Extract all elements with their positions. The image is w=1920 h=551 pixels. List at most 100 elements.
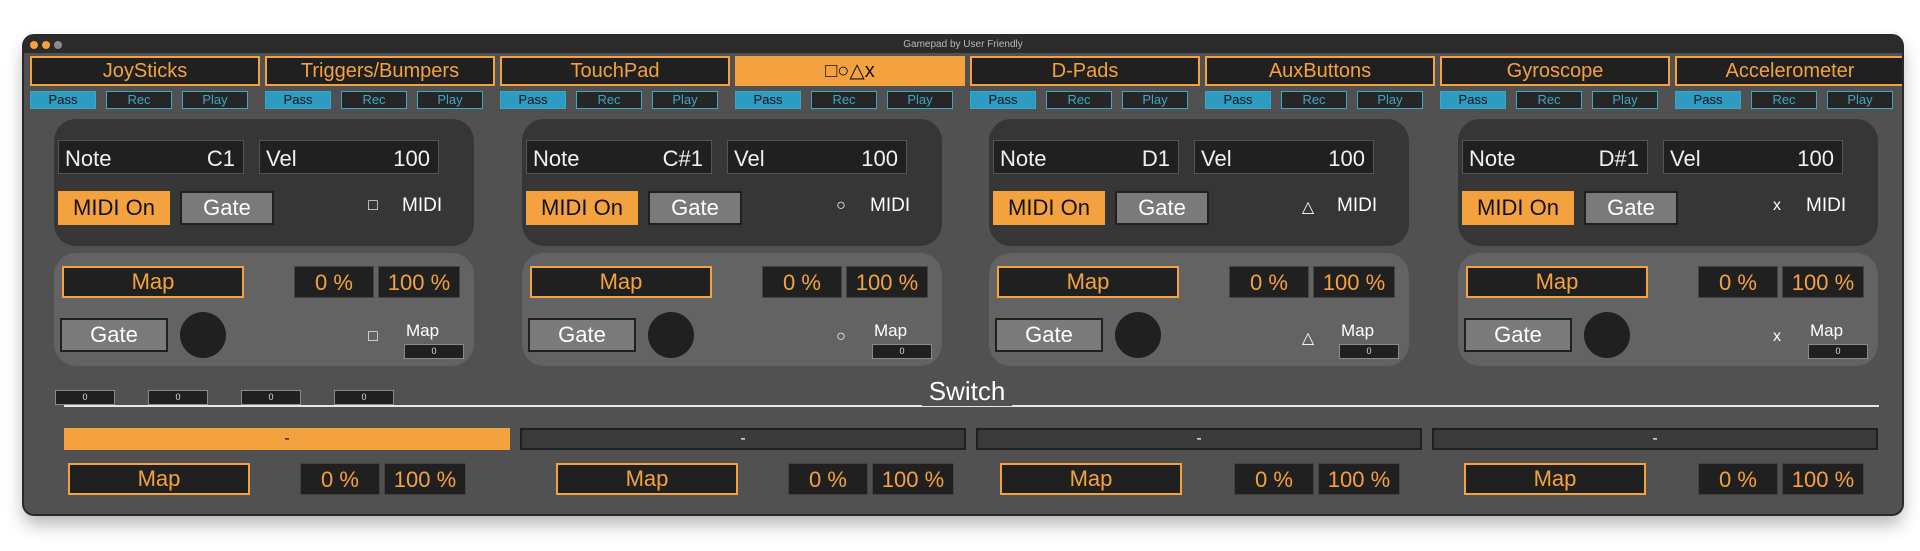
play-button-1[interactable]: Play <box>182 91 248 109</box>
switch-selector-2[interactable]: - <box>520 428 966 450</box>
play-button-3[interactable]: Play <box>652 91 718 109</box>
max-percent-2[interactable]: 100 % <box>846 266 928 298</box>
pass-button-7[interactable]: Pass <box>1440 91 1506 109</box>
small-value-3[interactable]: 0 <box>241 390 301 405</box>
gate-map-button-4[interactable]: Gate <box>1464 318 1572 352</box>
pass-button-8[interactable]: Pass <box>1675 91 1741 109</box>
gate-map-button-1[interactable]: Gate <box>60 318 168 352</box>
velocity-field-4[interactable]: Vel 100 <box>1663 140 1843 174</box>
minimize-window-icon[interactable] <box>42 41 50 49</box>
knob-4[interactable] <box>1584 312 1630 358</box>
tab-4[interactable]: □○△x <box>735 56 965 86</box>
button-symbol-icon-2: ○ <box>836 197 846 214</box>
min-percent-2[interactable]: 0 % <box>762 266 842 298</box>
note-field-2[interactable]: Note C#1 <box>526 140 712 174</box>
pass-button-6[interactable]: Pass <box>1205 91 1271 109</box>
note-field-4[interactable]: Note D#1 <box>1462 140 1648 174</box>
tab-5[interactable]: D-Pads <box>970 56 1200 86</box>
bottom-max-percent-2[interactable]: 100 % <box>872 463 954 495</box>
map-label-2: Map <box>874 321 908 340</box>
midi-on-button-4[interactable]: MIDI On <box>1462 191 1574 225</box>
rec-button-5[interactable]: Rec <box>1046 91 1112 109</box>
gate-button-2[interactable]: Gate <box>648 191 742 225</box>
play-button-2[interactable]: Play <box>417 91 483 109</box>
bottom-map-button-4[interactable]: Map <box>1464 463 1646 495</box>
tab-1[interactable]: JoySticks <box>30 56 260 86</box>
midi-on-button-1[interactable]: MIDI On <box>58 191 170 225</box>
gate-button-3[interactable]: Gate <box>1115 191 1209 225</box>
gate-button-4[interactable]: Gate <box>1584 191 1678 225</box>
rec-button-4[interactable]: Rec <box>811 91 877 109</box>
min-percent-4[interactable]: 0 % <box>1698 266 1778 298</box>
switch-selector-4[interactable]: - <box>1432 428 1878 450</box>
max-percent-4[interactable]: 100 % <box>1782 266 1864 298</box>
map-value-2[interactable]: 0 <box>872 344 932 359</box>
map-value-4[interactable]: 0 <box>1808 344 1868 359</box>
max-percent-1[interactable]: 100 % <box>378 266 460 298</box>
bottom-min-percent-2[interactable]: 0 % <box>788 463 868 495</box>
tab-7[interactable]: Gyroscope <box>1440 56 1670 86</box>
min-percent-3[interactable]: 0 % <box>1229 266 1309 298</box>
midi-on-button-2[interactable]: MIDI On <box>526 191 638 225</box>
rec-button-6[interactable]: Rec <box>1281 91 1347 109</box>
min-percent-1[interactable]: 0 % <box>294 266 374 298</box>
gate-map-button-2[interactable]: Gate <box>528 318 636 352</box>
tab-2[interactable]: Triggers/Bumpers <box>265 56 495 86</box>
velocity-field-1[interactable]: Vel 100 <box>259 140 439 174</box>
pass-button-2[interactable]: Pass <box>265 91 331 109</box>
small-value-1[interactable]: 0 <box>55 390 115 405</box>
bottom-map-button-3[interactable]: Map <box>1000 463 1182 495</box>
gate-map-button-3[interactable]: Gate <box>995 318 1103 352</box>
pass-button-5[interactable]: Pass <box>970 91 1036 109</box>
note-value: D1 <box>1141 146 1170 171</box>
play-button-8[interactable]: Play <box>1827 91 1893 109</box>
map-button-1[interactable]: Map <box>62 266 244 298</box>
velocity-value: 100 <box>861 146 898 171</box>
close-window-icon[interactable] <box>30 41 38 49</box>
map-value-3[interactable]: 0 <box>1339 344 1399 359</box>
velocity-field-3[interactable]: Vel 100 <box>1194 140 1374 174</box>
play-button-5[interactable]: Play <box>1122 91 1188 109</box>
pass-button-4[interactable]: Pass <box>735 91 801 109</box>
rec-button-2[interactable]: Rec <box>341 91 407 109</box>
pass-button-3[interactable]: Pass <box>500 91 566 109</box>
play-button-4[interactable]: Play <box>887 91 953 109</box>
knob-2[interactable] <box>648 312 694 358</box>
map-button-3[interactable]: Map <box>997 266 1179 298</box>
rec-button-3[interactable]: Rec <box>576 91 642 109</box>
gate-button-1[interactable]: Gate <box>180 191 274 225</box>
bottom-min-percent-3[interactable]: 0 % <box>1234 463 1314 495</box>
switch-selector-1[interactable]: - <box>64 428 510 450</box>
pass-button-1[interactable]: Pass <box>30 91 96 109</box>
bottom-map-button-1[interactable]: Map <box>68 463 250 495</box>
map-button-2[interactable]: Map <box>530 266 712 298</box>
max-percent-3[interactable]: 100 % <box>1313 266 1395 298</box>
map-button-4[interactable]: Map <box>1466 266 1648 298</box>
play-button-6[interactable]: Play <box>1357 91 1423 109</box>
bottom-min-percent-1[interactable]: 0 % <box>300 463 380 495</box>
rec-button-7[interactable]: Rec <box>1516 91 1582 109</box>
tab-6[interactable]: AuxButtons <box>1205 56 1435 86</box>
note-field-1[interactable]: Note C1 <box>58 140 244 174</box>
play-button-7[interactable]: Play <box>1592 91 1658 109</box>
small-value-2[interactable]: 0 <box>148 390 208 405</box>
note-field-3[interactable]: Note D1 <box>993 140 1179 174</box>
rec-button-1[interactable]: Rec <box>106 91 172 109</box>
knob-3[interactable] <box>1115 312 1161 358</box>
bottom-max-percent-4[interactable]: 100 % <box>1782 463 1864 495</box>
switch-selector-3[interactable]: - <box>976 428 1422 450</box>
zoom-window-icon[interactable] <box>54 41 62 49</box>
tab-3[interactable]: TouchPad <box>500 56 730 86</box>
knob-1[interactable] <box>180 312 226 358</box>
bottom-max-percent-3[interactable]: 100 % <box>1318 463 1400 495</box>
bottom-max-percent-1[interactable]: 100 % <box>384 463 466 495</box>
tab-8[interactable]: Accelerometer <box>1675 56 1902 86</box>
velocity-value: 100 <box>393 146 430 171</box>
rec-button-8[interactable]: Rec <box>1751 91 1817 109</box>
bottom-map-button-2[interactable]: Map <box>556 463 738 495</box>
small-value-4[interactable]: 0 <box>334 390 394 405</box>
midi-on-button-3[interactable]: MIDI On <box>993 191 1105 225</box>
velocity-field-2[interactable]: Vel 100 <box>727 140 907 174</box>
map-value-1[interactable]: 0 <box>404 344 464 359</box>
bottom-min-percent-4[interactable]: 0 % <box>1698 463 1778 495</box>
